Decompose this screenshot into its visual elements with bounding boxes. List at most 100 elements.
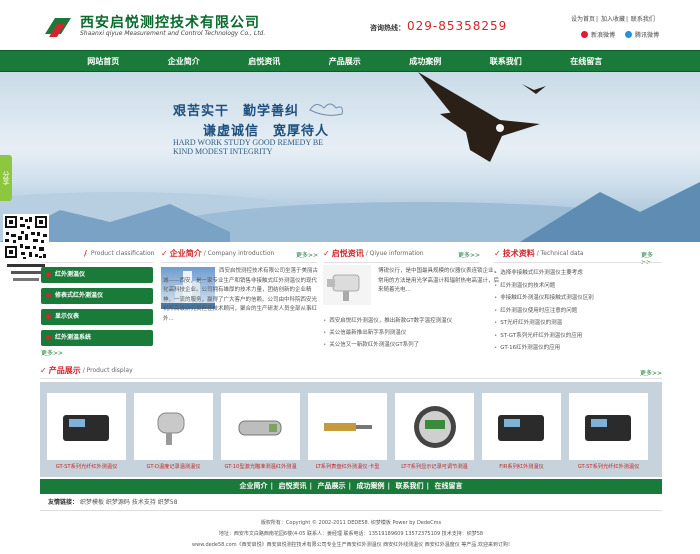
nav-message[interactable]: 在线留言 <box>546 51 627 73</box>
product-card[interactable]: GT-10型激光瞄准测温红外测温 <box>221 393 300 470</box>
nav-home[interactable]: 网站首页 <box>63 51 144 73</box>
contact-link[interactable]: 联系我们 <box>631 16 655 23</box>
product-image <box>569 393 648 460</box>
tech-title: 技术资料 <box>502 248 535 258</box>
product-card[interactable]: GT-D温度记录温测温仪 <box>134 393 213 470</box>
heading-marker: ✓ <box>161 248 168 258</box>
tech-item[interactable]: 选择非接触式红外测温仪主要考虑 <box>494 267 662 280</box>
set-homepage-link[interactable]: 设为首页 <box>571 16 595 23</box>
sina-weibo-label: 新浪微博 <box>591 32 616 39</box>
sina-weibo-icon <box>581 31 588 38</box>
products-heading: ✓ 产品展示 / Product display <box>40 366 133 375</box>
sina-weibo-link[interactable]: 新浪微博 <box>581 30 615 39</box>
footer-nav-products[interactable]: 产品展示 <box>318 482 346 490</box>
footer-nav: 企业简介 | 启悦资讯 | 产品展示 | 成功案例 | 联系我们 | 在线留言 <box>40 479 662 494</box>
news-item[interactable]: 关公信又一新款红外测温仪GT系列了 <box>323 339 503 351</box>
footer-nav-cases[interactable]: 成功案例 <box>357 482 385 490</box>
products-title: 产品展示 <box>48 366 81 375</box>
tech-more-link[interactable]: 更多>> <box>641 250 662 266</box>
hero-banner[interactable]: 艰苦实干 勤学善纠 谦虚诚信 宽厚待人 HARD WORK STUDY GOOD… <box>0 72 700 242</box>
tech-item[interactable]: ST光纤红外测温仪的测温 <box>494 317 662 330</box>
tech-title-en: Technical data <box>540 249 584 257</box>
nav-contact[interactable]: 联系我们 <box>466 51 547 73</box>
divider <box>40 378 662 379</box>
heading-marker: ✓ <box>40 366 47 375</box>
nav-news[interactable]: 启悦资讯 <box>224 51 305 73</box>
news-item[interactable]: 关公信最新推出新字系列测温仪 <box>323 327 503 339</box>
intro-text: 西安启悦测控技术有限公司坐落于美丽古城——西安，是一家专业生产和销售非接触式红外… <box>163 268 319 322</box>
friend-links-label: 友情链接： <box>48 499 79 506</box>
news-item[interactable]: 西安启悦红外测温仪，推出新款GT数字温控测温仪 <box>323 315 503 327</box>
product-image <box>47 393 126 460</box>
product-card[interactable]: GT-ST系列光纤红外测温仪 <box>47 393 126 470</box>
category-portable-thermometer[interactable]: 修表式红外测温仪 <box>41 288 153 304</box>
nav-products[interactable]: 产品展示 <box>305 51 386 73</box>
nav-about[interactable]: 企业简介 <box>144 51 225 73</box>
tech-item[interactable]: GT-16红外测温仪的应用 <box>494 342 662 355</box>
divider <box>323 262 479 263</box>
keywords-text: www.dede58.com《西安启悦》西安启悦测控技术有限公司专业生产西安红外… <box>192 542 510 548</box>
category-infrared-thermometer[interactable]: 红外测温仪 <box>41 267 153 283</box>
add-favorite-link[interactable]: 加入收藏 <box>601 16 625 23</box>
slogan-line-3: HARD WORK STUDY GOOD REMEDY BE <box>173 138 324 147</box>
company-name-en: Shaanxi qiyue Measurement and Control Te… <box>80 30 266 37</box>
product-card[interactable]: LT系列表盘红外测温仪·卡型 <box>308 393 387 470</box>
product-carousel: GT-ST系列光纤红外测温仪 GT-D温度记录温测温仪 GT-10型激光瞄准测温… <box>40 382 662 477</box>
top-links: 设为首页| 加入收藏| 联系我们 <box>571 16 655 23</box>
divider <box>161 262 317 263</box>
categories-title-en: Product classification <box>90 249 155 257</box>
slogan-line-4: KIND MODEST INTEGRITY <box>173 147 273 156</box>
eagle-graphic <box>418 72 540 162</box>
category-list: 红外测温仪 修表式红外测温仪 显示仪表 红外测温系统 <box>41 267 153 351</box>
product-card[interactable]: GT-ST系列光纤红外测温仪 <box>569 393 648 470</box>
footer-info: 版权所有：Copyright © 2002-2011 DEDE58. 织梦模板 … <box>40 518 662 551</box>
categories-heading: / Product classification <box>84 245 154 261</box>
friend-link[interactable]: 织梦源码 <box>106 499 130 506</box>
news-thumbnail[interactable] <box>323 265 371 305</box>
copyright-text: 版权所有：Copyright © 2002-2011 DEDE58. 织梦模板 … <box>260 520 442 526</box>
friend-links: 友情链接： 织梦模板 织梦源码 技术支持 织梦58 <box>48 497 177 506</box>
tech-list: 选择非接触式红外测温仪主要考虑 红外测温仪的技术问题 非接触红外测温仪和接触式测… <box>494 267 662 355</box>
products-more-link[interactable]: 更多>> <box>640 368 662 377</box>
product-caption: LT系列表盘红外测温仪·卡型 <box>315 464 380 470</box>
category-measurement-system[interactable]: 红外测温系统 <box>41 330 153 346</box>
nav-cases[interactable]: 成功案例 <box>385 51 466 73</box>
categories-more-link[interactable]: 更多>> <box>41 348 63 357</box>
heading-marker: / <box>84 248 87 258</box>
friend-link[interactable]: 织梦模板 <box>80 499 104 506</box>
footer-nav-news[interactable]: 启悦资讯 <box>279 482 307 490</box>
tech-item[interactable]: 非接触红外测温仪和接触式测温仪区别 <box>494 292 662 305</box>
intro-more-link[interactable]: 更多>> <box>296 250 318 259</box>
tencent-weibo-link[interactable]: 腾讯微博 <box>625 30 659 39</box>
product-image <box>395 393 474 460</box>
divider <box>41 262 153 263</box>
weibo-links: 新浪微博 腾讯微博 <box>581 30 659 39</box>
category-display-instrument[interactable]: 显示仪表 <box>41 309 153 325</box>
news-headline[interactable]: 博锐仪行，是中国最具规模的仪器仪表连锁企业，常用的方法是用光学高温计和辐射热电高… <box>378 267 504 296</box>
heading-marker: ✓ <box>494 248 501 258</box>
footer-nav-message[interactable]: 在线留言 <box>435 482 463 490</box>
footer-nav-contact[interactable]: 联系我们 <box>396 482 424 490</box>
intro-heading: ✓ 企业简介 / Company introduction <box>161 248 275 258</box>
product-caption: GT-D温度记录温测温仪 <box>146 464 201 470</box>
product-caption: GT-ST系列光纤红外测温仪 <box>55 464 118 470</box>
footer-divider <box>40 510 662 511</box>
product-card[interactable]: LT-T系列显示记录可调节测温 <box>395 393 474 470</box>
tech-item[interactable]: 红外测温仪的技术问题 <box>494 280 662 293</box>
product-caption: LT-T系列显示记录可调节测温 <box>401 464 468 470</box>
products-title-en: Product display <box>86 367 133 374</box>
product-card[interactable]: FIR系列红外测温仪 <box>482 393 561 470</box>
product-caption: GT-10型激光瞄准测温红外测温 <box>224 464 297 470</box>
footer-nav-about[interactable]: 企业简介 <box>240 482 268 490</box>
friend-link[interactable]: 技术支持 <box>132 499 156 506</box>
news-more-link[interactable]: 更多>> <box>458 250 480 259</box>
tech-item[interactable]: ST-GT系列光纤红外测温仪的应用 <box>494 330 662 343</box>
logo-icon[interactable] <box>43 14 73 40</box>
content-section: / Product classification 红外测温仪 修表式红外测温仪 … <box>40 245 662 375</box>
product-image <box>221 393 300 460</box>
news-title-en: Qiyue information <box>369 249 424 257</box>
friend-link[interactable]: 织梦58 <box>158 499 178 506</box>
share-tab[interactable]: 分享 <box>0 155 12 201</box>
tech-item[interactable]: 红外测温仪使用时应注意的问题 <box>494 305 662 318</box>
intro-title-en: Company introduction <box>207 249 275 257</box>
